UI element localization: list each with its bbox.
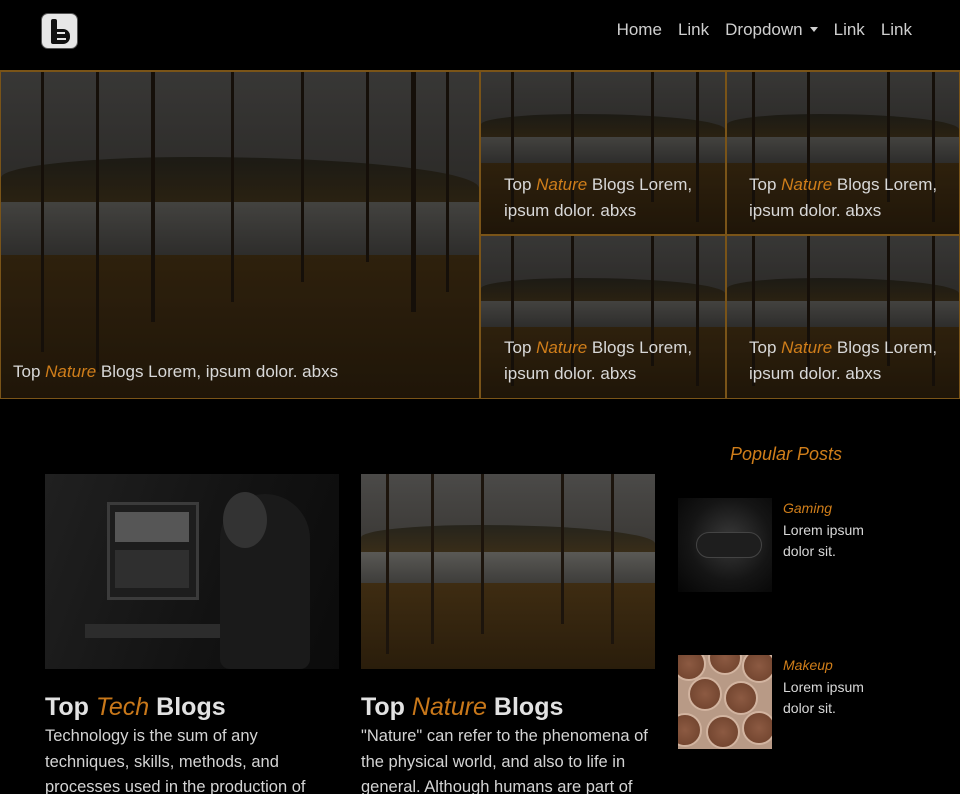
forest-lake-image bbox=[1, 72, 479, 398]
nav-dropdown[interactable]: Dropdown bbox=[725, 20, 818, 40]
hero-tile[interactable]: Top Nature Blogs Lorem, ipsum dolor. abx… bbox=[480, 235, 726, 399]
hero-caption: Top Nature Blogs Lorem, ipsum dolor. abx… bbox=[13, 362, 339, 381]
blog-card-tech: Top Tech Blogs Technology is the sum of … bbox=[45, 474, 339, 794]
makeup-palette-image[interactable] bbox=[678, 655, 772, 749]
hero-tile[interactable]: Top Nature Blogs Lorem, ipsum dolor. abx… bbox=[726, 71, 960, 235]
nav-links: Home Link Dropdown Link Link bbox=[617, 20, 912, 40]
card-text: Technology is the sum of any techniques,… bbox=[45, 727, 306, 794]
tech-workstation-image[interactable] bbox=[45, 474, 339, 669]
popular-posts-heading: Popular Posts bbox=[730, 444, 843, 464]
post-category[interactable]: Makeup bbox=[783, 657, 833, 673]
nav-link[interactable]: Link bbox=[834, 20, 865, 40]
post-title[interactable]: Lorem ipsum dolor sit. bbox=[783, 520, 883, 562]
nav-link-home[interactable]: Home bbox=[617, 20, 662, 40]
post-title[interactable]: Lorem ipsum dolor sit. bbox=[783, 677, 883, 719]
hero-caption: Top Nature Blogs Lorem, ipsum dolor. abx… bbox=[504, 175, 693, 220]
caret-down-icon bbox=[809, 27, 818, 32]
post-category[interactable]: Gaming bbox=[783, 500, 832, 516]
hero-tile[interactable]: Top Nature Blogs Lorem, ipsum dolor. abx… bbox=[726, 235, 960, 399]
hero-grid: Top Nature Blogs Lorem, ipsum dolor. abx… bbox=[0, 70, 960, 399]
card-title[interactable]: Top Nature Blogs bbox=[361, 693, 655, 722]
hero-caption: Top Nature Blogs Lorem, ipsum dolor. abx… bbox=[749, 338, 938, 383]
card-text: "Nature" can refer to the phenomena of t… bbox=[361, 727, 648, 794]
nav-link[interactable]: Link bbox=[678, 20, 709, 40]
nav-dropdown-label: Dropdown bbox=[725, 20, 803, 39]
navbar: Home Link Dropdown Link Link bbox=[0, 0, 960, 70]
blog-card-nature: Top Nature Blogs "Nature" can refer to t… bbox=[361, 474, 655, 794]
card-title[interactable]: Top Tech Blogs bbox=[45, 693, 339, 722]
hero-tile[interactable]: Top Nature Blogs Lorem, ipsum dolor. abx… bbox=[480, 71, 726, 235]
blogger-logo-icon[interactable] bbox=[41, 13, 78, 49]
forest-lake-image[interactable] bbox=[361, 474, 655, 669]
hero-caption: Top Nature Blogs Lorem, ipsum dolor. abx… bbox=[749, 175, 938, 220]
hero-tile-large[interactable]: Top Nature Blogs Lorem, ipsum dolor. abx… bbox=[0, 71, 480, 399]
game-controller-image[interactable] bbox=[678, 498, 772, 592]
nav-link[interactable]: Link bbox=[881, 20, 912, 40]
hero-caption: Top Nature Blogs Lorem, ipsum dolor. abx… bbox=[504, 338, 693, 383]
